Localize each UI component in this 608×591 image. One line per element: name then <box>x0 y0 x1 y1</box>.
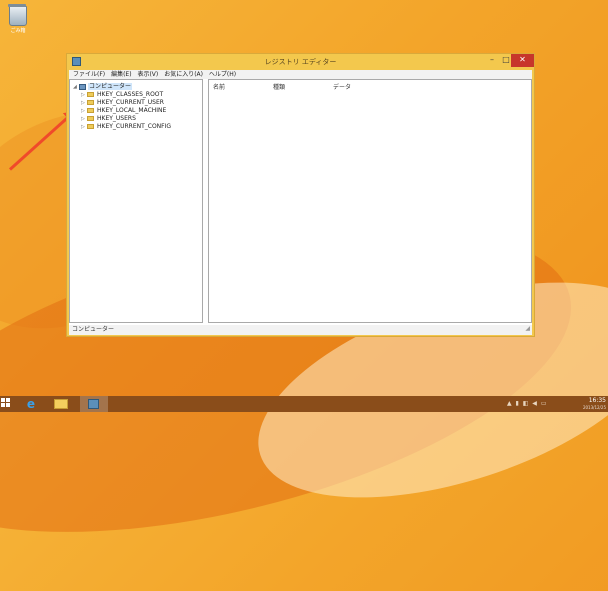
tree-item[interactable]: ▷ HKEY_CURRENT_CONFIG <box>81 123 171 131</box>
menu-help[interactable]: ヘルプ(H) <box>209 70 236 79</box>
registry-editor-window: レジストリ エディター – □ ✕ ファイル(F) 編集(E) 表示(V) お気… <box>66 53 535 337</box>
values-list-pane[interactable]: 名前 種類 データ <box>208 79 532 323</box>
windows-logo-icon <box>1 398 5 402</box>
column-header-data[interactable]: データ <box>333 82 351 91</box>
tree-item-label: HKEY_CURRENT_CONFIG <box>97 123 172 130</box>
tree-item-label: HKEY_CURRENT_USER <box>97 99 164 106</box>
clock-date: 2013/12/25 <box>582 405 606 410</box>
windows-logo-icon <box>6 398 10 402</box>
status-path: コンピューター <box>72 326 115 333</box>
close-button[interactable]: ✕ <box>511 54 534 67</box>
desktop-icon-label: ごみ箱 <box>10 28 26 34</box>
tree-item[interactable]: ▷ HKEY_CLASSES_ROOT <box>81 91 163 99</box>
tree-root[interactable]: ◢ コンピューター <box>73 83 133 91</box>
desktop-icon-recycle-bin[interactable]: ごみ箱 <box>6 4 30 34</box>
taskbar: e ▲ ▮ ◧ ◀ ▭ 16:35 2013/12/25 <box>0 396 608 412</box>
registry-app-icon <box>88 399 99 409</box>
key-tree-pane[interactable]: ◢ コンピューター ▷ HKEY_CLASSES_ROOT ▷ HKEY_CURREN… <box>69 79 203 323</box>
system-tray-icons[interactable]: ▲ ▮ ◧ ◀ ▭ <box>507 400 548 407</box>
windows-logo-icon <box>6 403 10 407</box>
folder-icon <box>87 108 94 113</box>
status-bar: コンピューター ◢ <box>69 325 532 335</box>
taskbar-registry-editor[interactable] <box>80 396 108 412</box>
file-explorer-icon[interactable] <box>54 399 68 409</box>
tree-item-label: HKEY_CLASSES_ROOT <box>97 91 164 98</box>
folder-icon <box>87 100 94 105</box>
windows-logo-icon <box>1 403 5 407</box>
column-header-name[interactable]: 名前 <box>213 82 225 91</box>
folder-icon <box>87 124 94 129</box>
folder-icon <box>87 92 94 97</box>
client-area: ◢ コンピューター ▷ HKEY_CLASSES_ROOT ▷ HKEY_CURREN… <box>69 79 532 325</box>
clock-time: 16:35 <box>588 397 606 404</box>
window-title: レジストリ エディター <box>264 58 337 66</box>
internet-explorer-icon[interactable]: e <box>24 397 38 411</box>
recycle-bin-icon <box>8 4 27 26</box>
tree-item[interactable]: ▷ HKEY_CURRENT_USER <box>81 99 164 107</box>
menu-view[interactable]: 表示(V) <box>137 70 158 79</box>
folder-icon <box>87 116 94 121</box>
tree-item-label: HKEY_LOCAL_MACHINE <box>97 107 167 114</box>
minimize-button[interactable]: – <box>485 54 499 67</box>
computer-icon <box>79 83 86 90</box>
menu-file[interactable]: ファイル(F) <box>73 70 105 79</box>
resize-grip-icon[interactable]: ◢ <box>525 324 530 334</box>
title-bar[interactable]: レジストリ エディター – □ ✕ <box>67 54 534 70</box>
taskbar-clock[interactable]: 16:35 2013/12/25 <box>571 397 606 411</box>
tree-root-label: コンピューター <box>88 83 133 90</box>
tree-item[interactable]: ▷ HKEY_USERS <box>81 115 136 123</box>
column-header-type[interactable]: 種類 <box>273 82 285 91</box>
menu-favorites[interactable]: お気に入り(A) <box>164 70 203 79</box>
start-button[interactable] <box>1 398 11 409</box>
menu-bar: ファイル(F) 編集(E) 表示(V) お気に入り(A) ヘルプ(H) <box>69 70 532 79</box>
tree-item[interactable]: ▷ HKEY_LOCAL_MACHINE <box>81 107 166 115</box>
tree-item-label: HKEY_USERS <box>97 115 136 122</box>
menu-edit[interactable]: 編集(E) <box>111 70 131 79</box>
